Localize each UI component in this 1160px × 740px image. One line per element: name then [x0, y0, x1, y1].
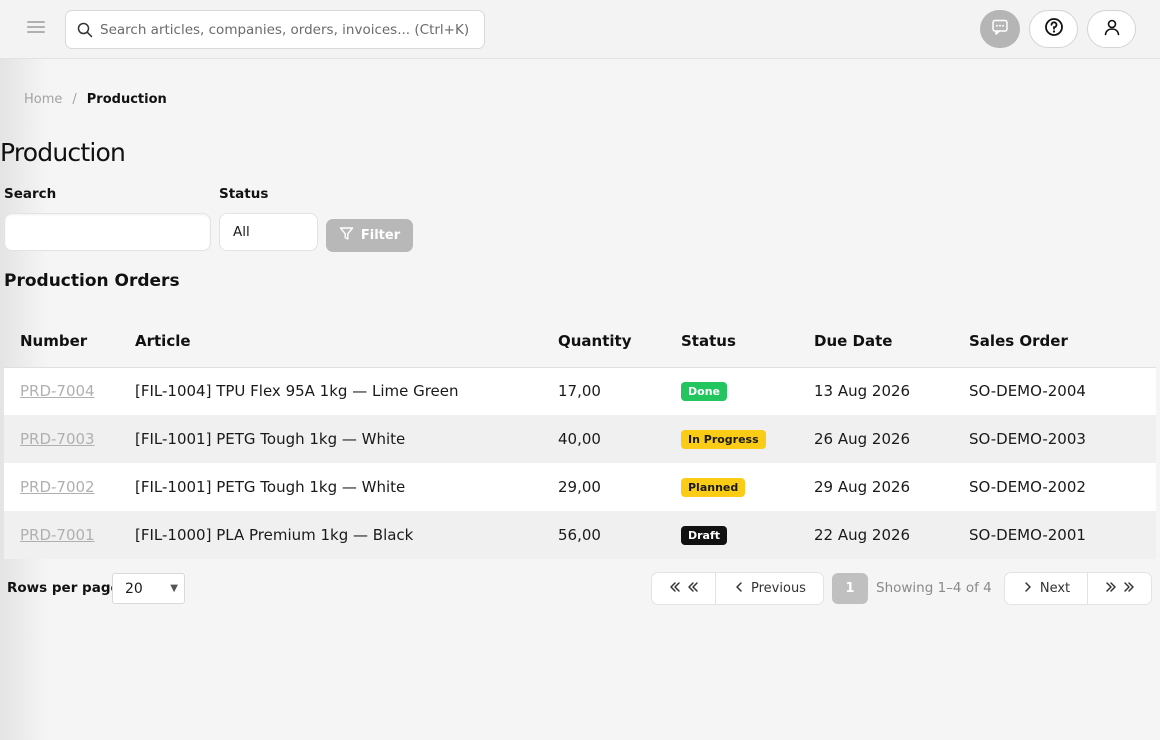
search-label: Search [4, 186, 57, 202]
article-cell: [FIL-1001] PETG Tough 1kg — White [135, 478, 406, 496]
help-icon [1044, 17, 1064, 41]
menu-button[interactable] [18, 12, 54, 46]
chevrons-left-icon [669, 581, 699, 597]
due-date-cell: 22 Aug 2026 [814, 526, 911, 544]
page-title: Production [0, 138, 126, 167]
status-label: Status [219, 186, 269, 202]
column-header-quantity[interactable]: Quantity [558, 316, 681, 368]
due-date-cell: 13 Aug 2026 [814, 382, 911, 401]
order-number-link[interactable]: PRD-7004 [20, 382, 95, 400]
sales-order-cell: SO-DEMO-2002 [969, 478, 1086, 496]
rows-per-page-value: 20 [125, 580, 143, 597]
search-input[interactable] [4, 213, 211, 251]
order-number-cell: PRD-7004 [4, 367, 135, 415]
last-page-button[interactable] [1087, 572, 1152, 605]
production-orders-table: Number Article Quantity Status Due Date … [4, 316, 1156, 559]
article-cell: [FIL-1001] PETG Tough 1kg — White [135, 430, 406, 448]
breadcrumb: Home / Production [24, 92, 167, 107]
quantity-cell: 56,00 [558, 526, 601, 544]
status-cell: Done [681, 367, 814, 415]
status-badge: Draft [681, 526, 728, 545]
chat-button[interactable] [980, 10, 1020, 48]
filter-button-label: Filter [360, 228, 401, 243]
column-header-article[interactable]: Article [135, 316, 558, 368]
chevron-left-icon [733, 581, 745, 597]
global-search[interactable] [65, 10, 485, 49]
order-number-link[interactable]: PRD-7001 [20, 526, 95, 544]
column-header-due-date[interactable]: Due Date [814, 316, 969, 368]
status-badge: Planned [681, 478, 746, 497]
previous-label: Previous [751, 581, 806, 596]
column-header-sales-order[interactable]: Sales Order [969, 316, 1156, 368]
column-header-status[interactable]: Status [681, 316, 814, 368]
chevrons-right-icon [1105, 581, 1135, 597]
chevron-right-icon [1022, 581, 1034, 597]
table-row[interactable]: PRD-7004 [FIL-1004] TPU Flex 95A 1kg — L… [4, 367, 1156, 415]
status-cell: Planned [681, 463, 814, 511]
breadcrumb-separator: / [72, 92, 77, 107]
breadcrumb-current: Production [86, 92, 167, 107]
next-page-button[interactable]: Next [1004, 572, 1088, 605]
breadcrumb-home[interactable]: Home [24, 92, 62, 107]
sales-order-cell: SO-DEMO-2004 [969, 382, 1086, 401]
search-icon [77, 22, 93, 38]
status-cell: Draft [681, 511, 814, 559]
menu-icon [26, 19, 46, 39]
status-select-value: All [233, 224, 250, 240]
due-date-cell: 26 Aug 2026 [814, 430, 911, 448]
order-number-cell: PRD-7003 [4, 415, 135, 463]
quantity-cell: 29,00 [558, 478, 601, 496]
chat-icon [991, 18, 1009, 40]
status-badge: In Progress [681, 430, 766, 449]
filter-icon [339, 226, 354, 245]
order-number-cell: PRD-7002 [4, 463, 135, 511]
first-page-button[interactable] [651, 572, 716, 605]
sales-order-cell: SO-DEMO-2001 [969, 526, 1086, 544]
user-icon [1103, 18, 1121, 40]
order-number-cell: PRD-7001 [4, 511, 135, 559]
quantity-cell: 17,00 [558, 382, 601, 401]
rows-per-page-label: Rows per page [7, 580, 120, 596]
rows-per-page-select[interactable]: 20 ▼ [112, 573, 185, 604]
filter-button[interactable]: Filter [326, 219, 413, 252]
user-menu-button[interactable] [1087, 10, 1136, 48]
status-cell: In Progress [681, 415, 814, 463]
table-header-row: Number Article Quantity Status Due Date … [4, 316, 1156, 368]
table-row[interactable]: PRD-7001 [FIL-1000] PLA Premium 1kg — Bl… [4, 511, 1156, 559]
sales-order-cell: SO-DEMO-2003 [969, 430, 1086, 448]
table-row[interactable]: PRD-7002 [FIL-1001] PETG Tough 1kg — Whi… [4, 463, 1156, 511]
caret-down-icon: ▼ [170, 583, 178, 594]
section-title: Production Orders [4, 271, 180, 291]
global-search-input[interactable] [100, 21, 470, 38]
order-number-link[interactable]: PRD-7002 [20, 478, 95, 496]
status-badge: Done [681, 382, 727, 402]
order-number-link[interactable]: PRD-7003 [20, 430, 95, 448]
article-cell: [FIL-1004] TPU Flex 95A 1kg — Lime Green [135, 382, 459, 401]
help-button[interactable] [1029, 10, 1078, 48]
top-bar [0, 0, 1160, 59]
pagination-info: Showing 1–4 of 4 [876, 580, 992, 596]
article-cell: [FIL-1000] PLA Premium 1kg — Black [135, 526, 414, 544]
next-label: Next [1039, 581, 1071, 596]
due-date-cell: 29 Aug 2026 [814, 478, 911, 496]
status-select[interactable]: All [219, 213, 318, 251]
table-row[interactable]: PRD-7003 [FIL-1001] PETG Tough 1kg — Whi… [4, 415, 1156, 463]
quantity-cell: 40,00 [558, 430, 601, 448]
page-number-button[interactable]: 1 [832, 573, 868, 604]
previous-page-button[interactable]: Previous [715, 572, 824, 605]
column-header-number[interactable]: Number [4, 316, 135, 368]
